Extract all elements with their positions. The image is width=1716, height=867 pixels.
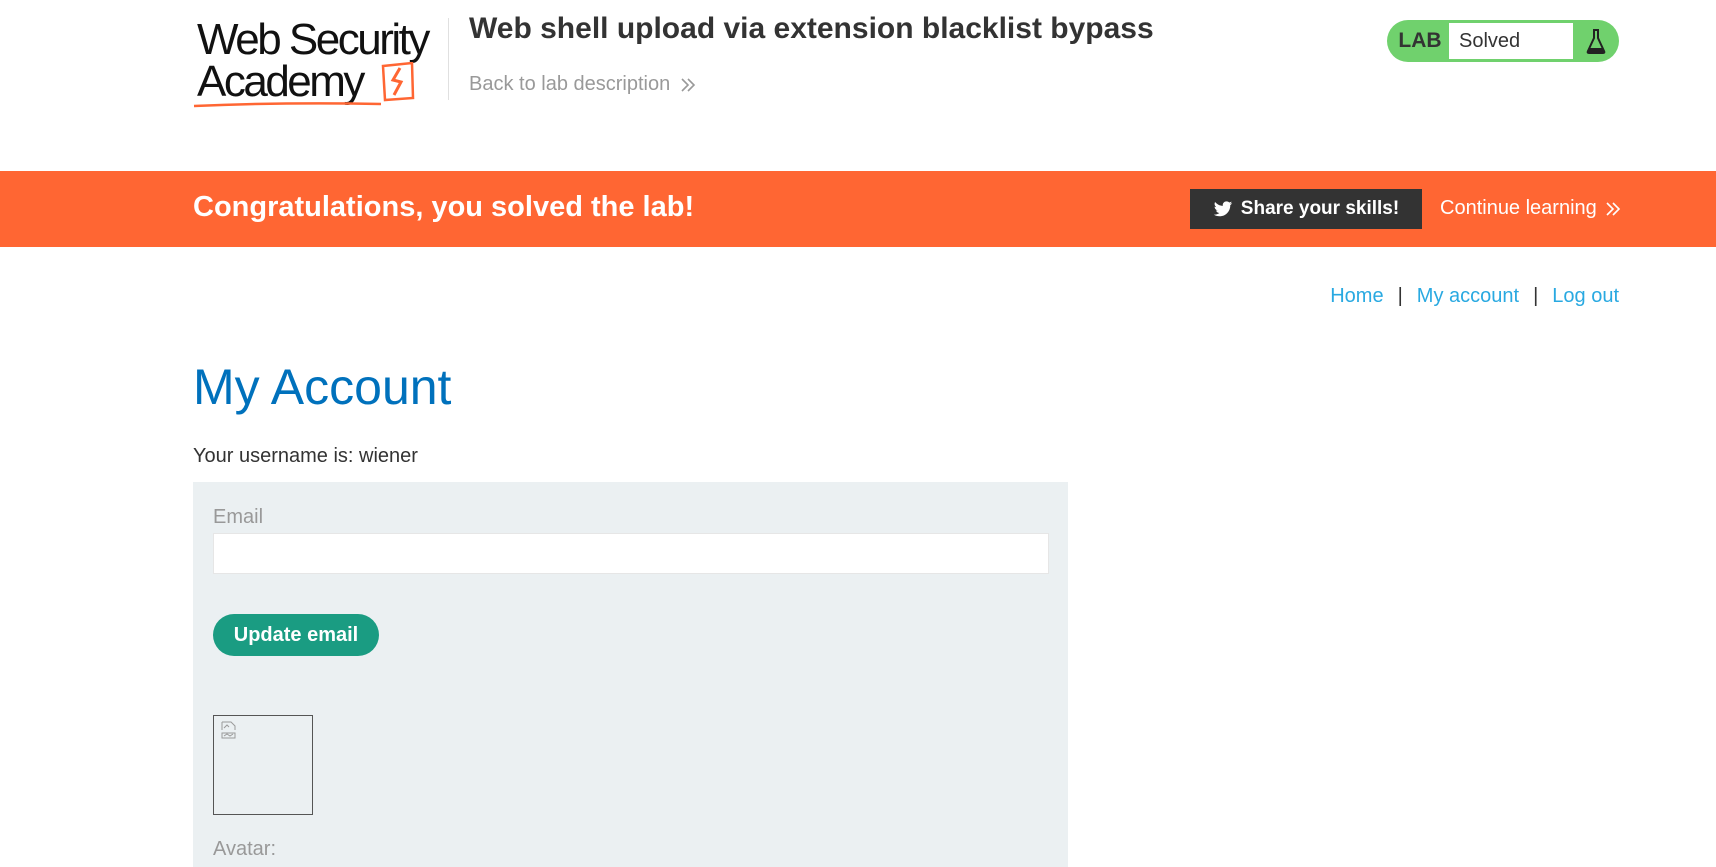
- header-divider: [448, 18, 449, 100]
- avatar-label: Avatar:: [213, 838, 276, 860]
- flask-icon: [1573, 20, 1619, 62]
- page-header: Web Security Academy Web shell upload vi…: [0, 0, 1716, 170]
- avatar-image: [213, 715, 313, 815]
- lab-status-label: LAB: [1398, 29, 1442, 52]
- share-skills-label: Share your skills!: [1240, 198, 1400, 219]
- solved-message: Congratulations, you solved the lab!: [193, 191, 695, 223]
- username-text: Your username is: wiener: [193, 445, 418, 467]
- page-title: My Account: [193, 359, 452, 415]
- lab-title: Web shell upload via extension blacklist…: [469, 12, 1154, 45]
- web-security-academy-logo[interactable]: Web Security Academy: [193, 16, 449, 112]
- lab-solved-banner: Congratulations, you solved the lab! Sha…: [0, 171, 1716, 247]
- logo-text-line2: Academy: [197, 57, 365, 106]
- nav-separator: |: [1397, 285, 1403, 307]
- lab-status-widget: LAB Solved: [1387, 20, 1619, 62]
- continue-learning-label: Continue learning: [1440, 197, 1597, 219]
- back-to-lab-description-link[interactable]: Back to lab description: [469, 73, 696, 96]
- nav-log-out-link[interactable]: Log out: [1552, 285, 1619, 308]
- logo-underline: [193, 102, 382, 108]
- double-chevron-right-icon: [681, 77, 696, 92]
- logo-text-line1: Web Security: [197, 15, 430, 64]
- twitter-icon: [1213, 200, 1232, 216]
- broken-image-icon: [221, 721, 236, 739]
- email-field[interactable]: [213, 533, 1049, 574]
- account-nav: Home | My account | Log out: [1330, 285, 1619, 308]
- nav-separator: |: [1533, 285, 1539, 307]
- nav-home-link[interactable]: Home: [1330, 285, 1383, 308]
- share-skills-button[interactable]: Share your skills!: [1190, 189, 1422, 229]
- double-chevron-right-icon: [1606, 201, 1620, 216]
- account-panel: Email Update email Avatar:: [193, 482, 1068, 867]
- email-label: Email: [213, 506, 264, 528]
- back-link-label: Back to lab description: [469, 73, 671, 95]
- logo-lightning-icon: [381, 62, 415, 102]
- continue-learning-link[interactable]: Continue learning: [1440, 197, 1621, 220]
- nav-my-account-link[interactable]: My account: [1417, 285, 1519, 308]
- update-email-button[interactable]: Update email: [213, 614, 379, 656]
- lab-status-state: Solved: [1449, 23, 1573, 59]
